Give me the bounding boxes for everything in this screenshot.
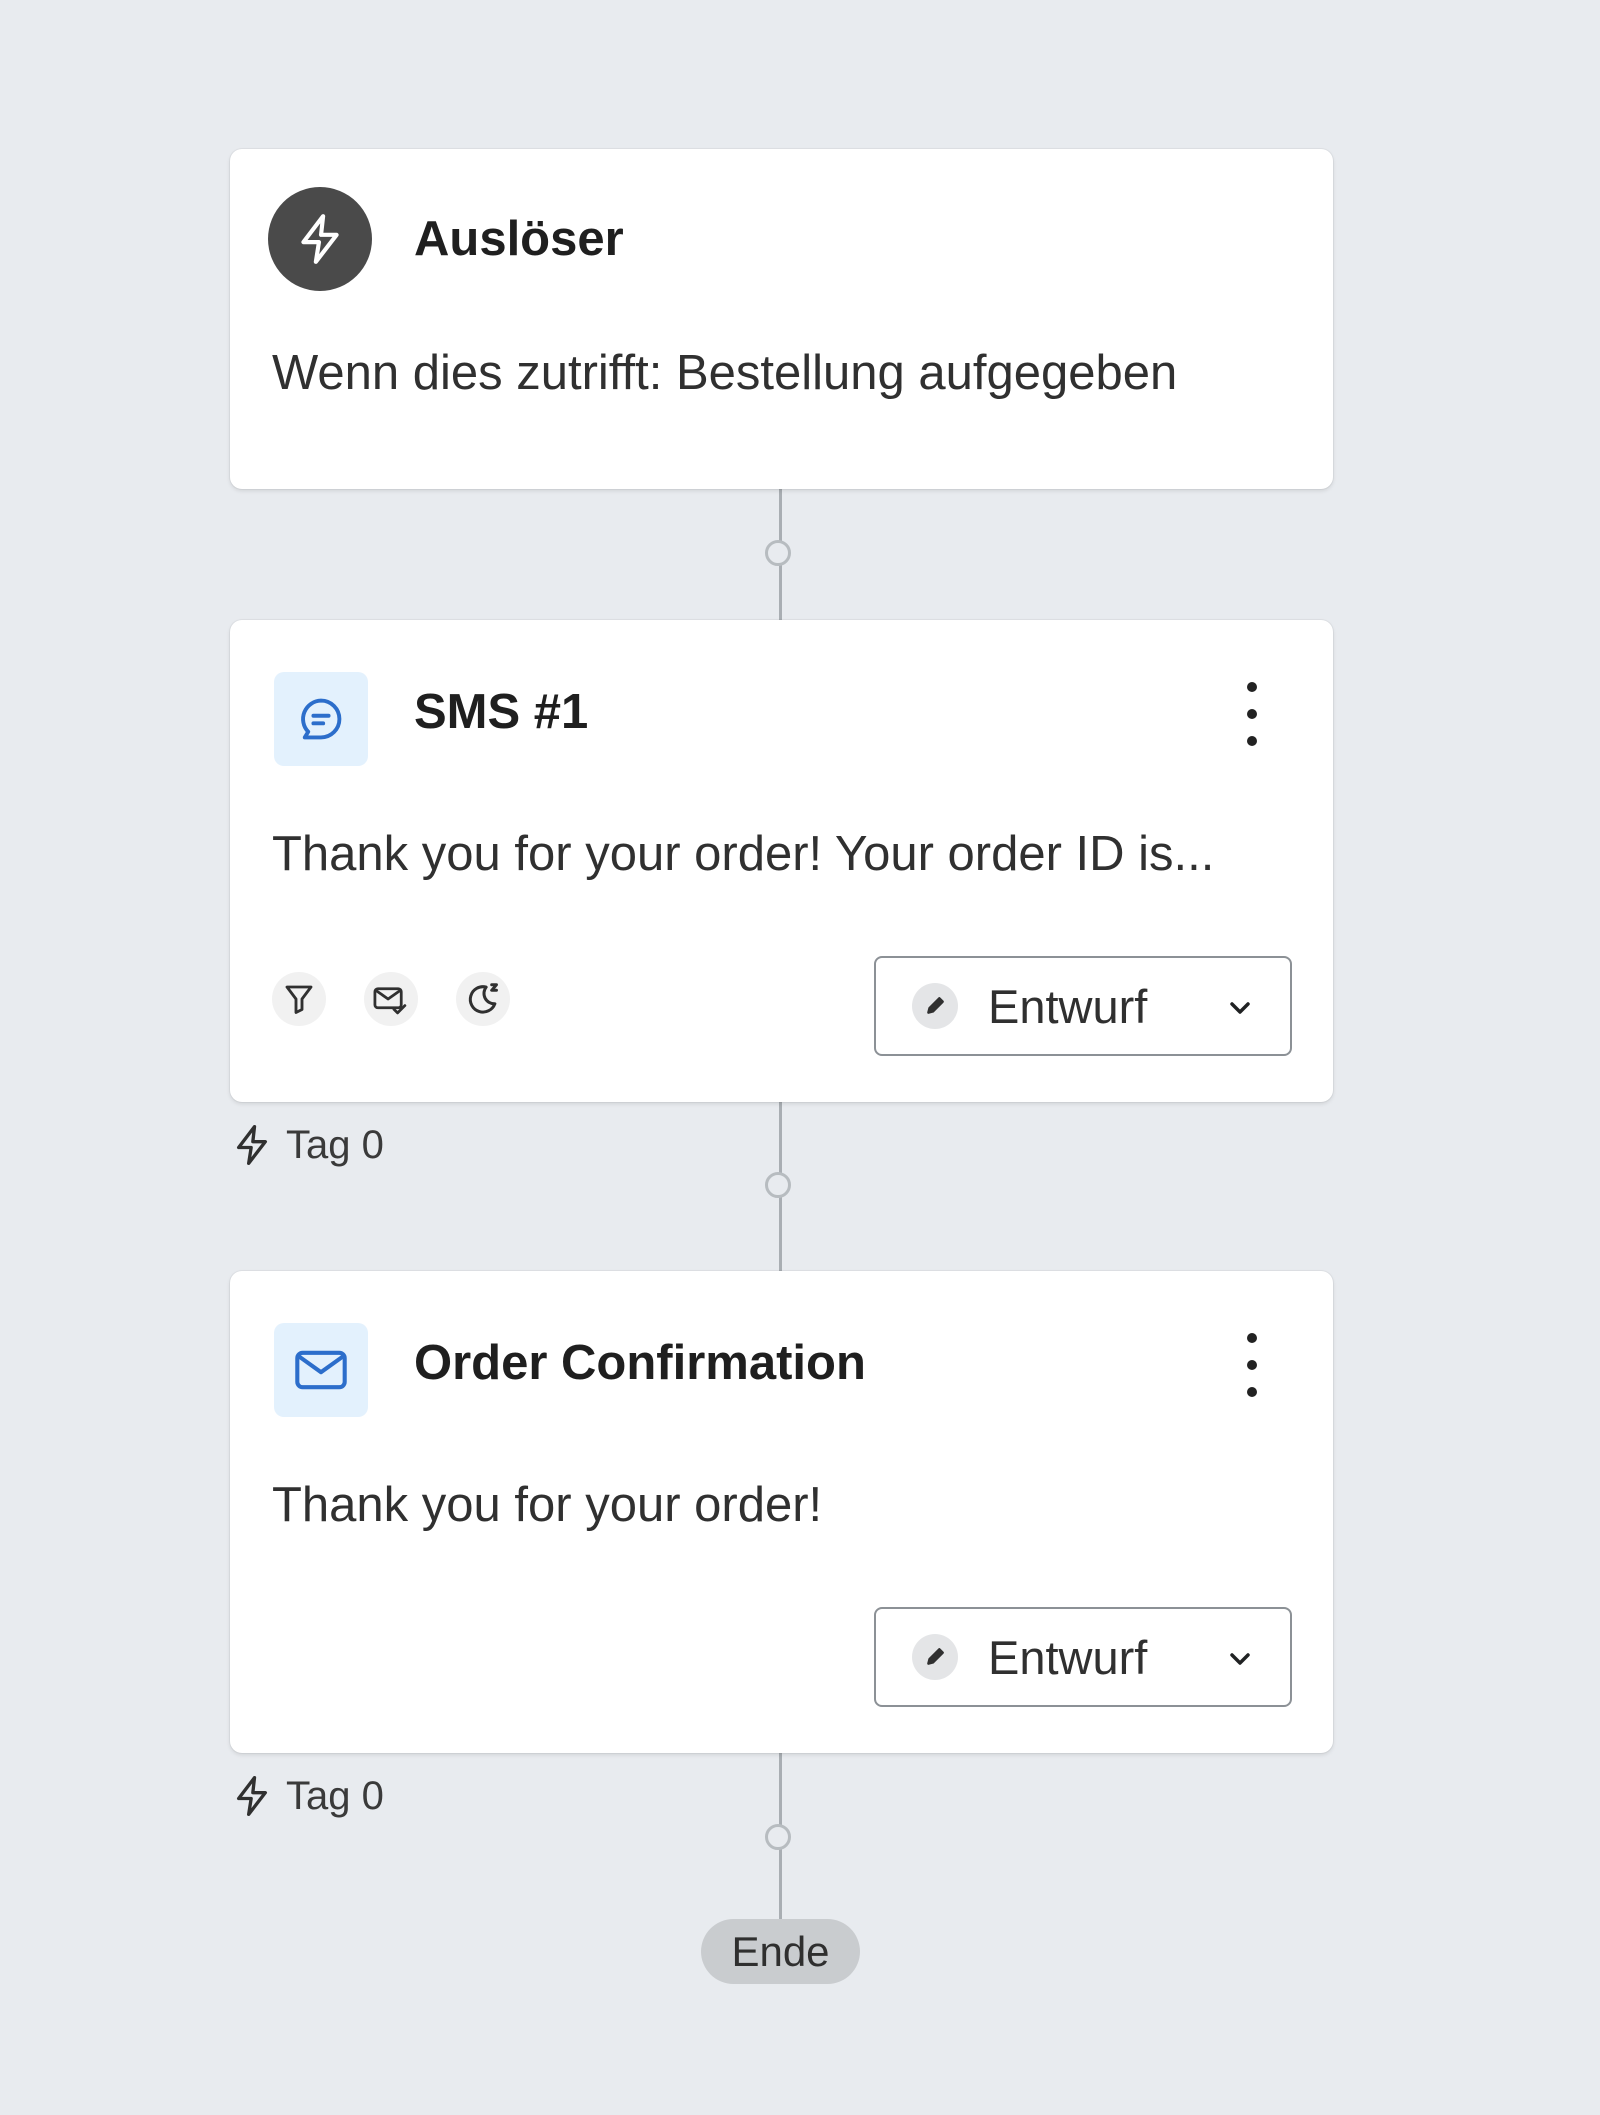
trigger-description: Wenn dies zutrifft: Bestellung aufgegebe… [272, 346, 1178, 400]
email-step-status-select[interactable]: Entwurf [874, 1607, 1292, 1707]
draft-pencil-icon [912, 1634, 958, 1680]
connector-add-point-2[interactable] [765, 1172, 791, 1198]
chat-bubble-icon [274, 672, 368, 766]
email-step-preview-text: Thank you for your order! [272, 1478, 823, 1532]
chevron-down-icon [1230, 1653, 1250, 1665]
envelope-icon [274, 1323, 368, 1417]
sms-step-card[interactable]: SMS #1 Thank you for your order! Your or… [230, 620, 1333, 1102]
sms-step-title: SMS #1 [414, 685, 589, 739]
email-step-more-menu-button[interactable] [1241, 1333, 1263, 1397]
sms-step-status-select[interactable]: Entwurf [874, 956, 1292, 1056]
delay-text: Tag 0 [286, 1773, 384, 1818]
filter-icon[interactable] [272, 972, 326, 1026]
email-step-card[interactable]: Order Confirmation Thank you for your or… [230, 1271, 1333, 1753]
kebab-dot [1247, 682, 1257, 692]
sms-step-more-menu-button[interactable] [1241, 682, 1263, 746]
trigger-card[interactable]: Auslöser Wenn dies zutrifft: Bestellung … [230, 149, 1333, 489]
email-step-status-label: Entwurf [988, 1630, 1148, 1684]
kebab-dot [1247, 1360, 1257, 1370]
trigger-title: Auslöser [414, 212, 624, 266]
kebab-dot [1247, 736, 1257, 746]
sms-step-preview-text: Thank you for your order! Your order ID … [272, 827, 1215, 881]
sms-step-status-label: Entwurf [988, 979, 1148, 1033]
moon-sleep-icon[interactable] [456, 972, 510, 1026]
delay-text: Tag 0 [286, 1122, 384, 1167]
connector-add-point-3[interactable] [765, 1824, 791, 1850]
mail-check-icon[interactable] [364, 972, 418, 1026]
flow-end-badge: Ende [701, 1919, 860, 1984]
lightning-outline-icon [237, 1124, 267, 1165]
draft-pencil-icon [912, 983, 958, 1029]
kebab-dot [1247, 709, 1257, 719]
kebab-dot [1247, 1333, 1257, 1343]
email-step-title: Order Confirmation [414, 1336, 866, 1390]
sms-step-settings-icons [272, 972, 510, 1026]
email-step-delay-label: Tag 0 [232, 1773, 384, 1819]
lightning-outline-icon [237, 1775, 267, 1816]
sms-step-delay-label: Tag 0 [232, 1122, 384, 1168]
chevron-down-icon [1230, 1002, 1250, 1014]
lightning-icon [268, 187, 372, 291]
connector-add-point-1[interactable] [765, 540, 791, 566]
kebab-dot [1247, 1387, 1257, 1397]
